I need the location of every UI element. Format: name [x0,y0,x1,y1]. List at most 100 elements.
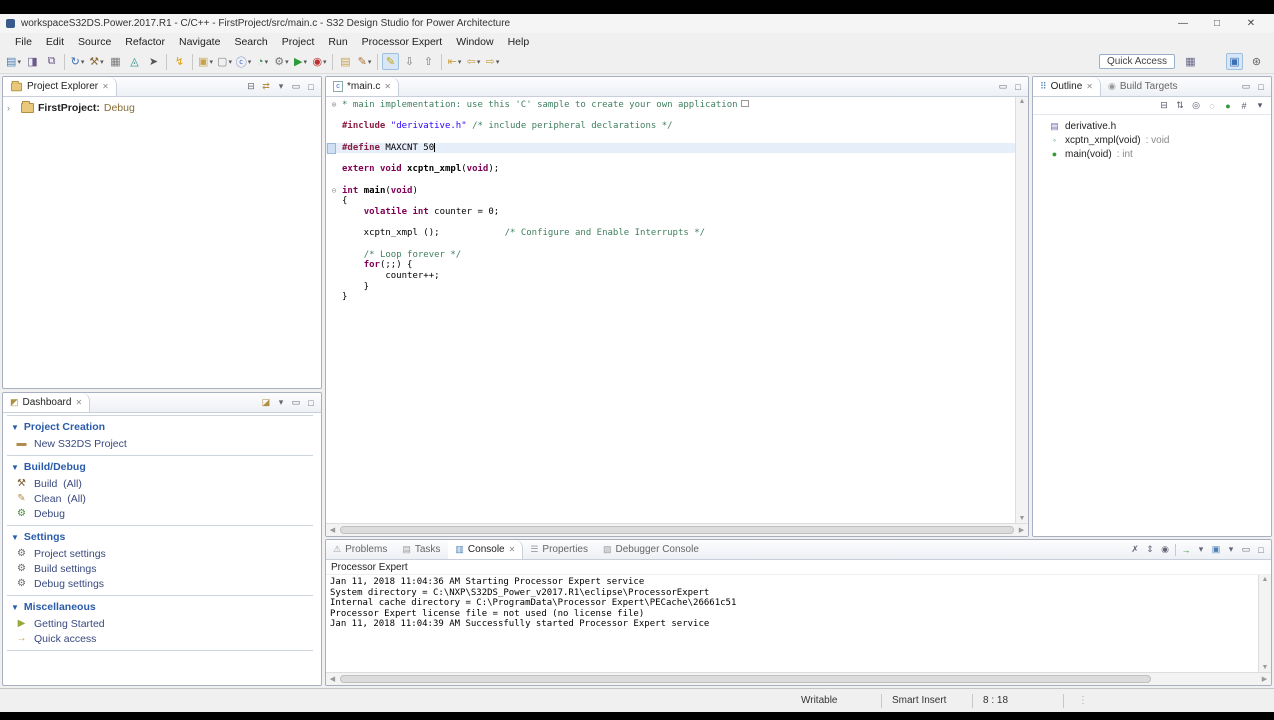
chevron-down-icon[interactable]: ▾ [228,58,232,66]
minimize-icon[interactable]: — [1166,18,1200,29]
scroll-up-icon[interactable]: ▲ [1262,576,1269,583]
hide-fields-icon[interactable]: ◎ [1191,100,1201,111]
dashboard-link-getting-started[interactable]: ▶Getting Started [7,616,313,631]
view-menu-icon[interactable]: ▾ [1255,100,1265,111]
new-window-icon[interactable]: ▢▾ [216,53,233,70]
menu-item-search[interactable]: Search [227,35,274,49]
console-hscrollbar[interactable]: ◀ ▶ [326,672,1271,685]
code-line[interactable] [326,239,1015,250]
build-all-icon[interactable]: ▦ [107,53,124,70]
section-header[interactable]: ▼Build/Debug [7,459,313,476]
tab-main-c[interactable]: c *main.c ✕ [326,77,399,96]
console-vscrollbar[interactable]: ▲▼ [1258,575,1271,672]
tab-properties[interactable]: ☰Properties [523,540,596,559]
code-line[interactable] [326,111,1015,122]
outline-item[interactable]: ◦xcptn_xmpl(void) : void [1035,133,1269,147]
menu-item-window[interactable]: Window [449,35,500,49]
expander-icon[interactable]: › [7,103,17,113]
tab-dashboard[interactable]: ◩ Dashboard ✕ [3,393,90,412]
tab-build-targets[interactable]: ◉ Build Targets [1101,77,1186,96]
dashboard-link-debug-settings[interactable]: ⚙Debug settings [7,576,313,591]
menu-item-refactor[interactable]: Refactor [118,35,172,49]
hide-static-icon[interactable]: ◌ [1207,101,1217,111]
chevron-down-icon[interactable]: ▾ [285,58,289,66]
pe-gear-icon[interactable]: ⚙▾ [273,53,290,70]
code-line[interactable]: xcptn_xmpl (); /* Configure and Enable I… [326,228,1015,239]
tab-console[interactable]: ▥Console✕ [448,540,523,559]
minimize-icon[interactable]: ▭ [291,397,301,408]
maximize-icon[interactable]: □ [306,398,316,408]
hide-inactive-icon[interactable]: # [1239,101,1249,111]
pin-console-icon[interactable]: ◉ [1160,544,1170,555]
menu-item-navigate[interactable]: Navigate [172,35,227,49]
section-header[interactable]: ▼Settings [7,529,313,546]
mark-occurrences-icon[interactable]: ✎ [382,53,399,70]
new-wizard-icon[interactable]: ▤▾ [5,53,22,70]
close-icon[interactable]: ✕ [102,82,109,91]
editor-hscrollbar[interactable]: ◀ ▶ [326,523,1028,536]
maximize-icon[interactable]: □ [1013,82,1023,92]
chevron-down-icon[interactable]: ▾ [496,58,500,66]
chevron-down-icon[interactable]: ▾ [248,58,252,66]
section-header[interactable]: ▼Miscellaneous [7,599,313,616]
menu-item-edit[interactable]: Edit [39,35,71,49]
editor-vscrollbar[interactable]: ▲▼ [1015,97,1028,523]
quick-access-button[interactable]: Quick Access [1099,54,1175,69]
pe-perspective-icon[interactable]: ⊛ [1248,53,1265,70]
chevron-down-icon[interactable]: ▾ [265,58,269,66]
code-line[interactable]: /* Loop forever */ [326,250,1015,261]
minimize-icon[interactable]: ▭ [1241,81,1251,92]
run-icon[interactable]: ▶▾ [292,53,309,70]
dashboard-link-clean-all-[interactable]: ✎Clean (All) [7,491,313,506]
close-icon[interactable]: ✕ [1234,18,1268,29]
chevron-down-icon[interactable]: ▾ [477,58,481,66]
chevron-down-icon[interactable]: ▾ [81,58,85,66]
fold-toggle-icon[interactable]: ⊖ [326,186,342,197]
code-line[interactable]: } [326,282,1015,293]
collapse-all-icon[interactable]: ⊟ [1159,100,1169,111]
chevron-down-icon[interactable]: ▾ [100,58,104,66]
display-selected-icon[interactable]: → [1181,545,1191,555]
open-perspective-icon[interactable]: ▦ [1182,53,1199,70]
new-c-file-icon[interactable]: ⓒ▾ [235,53,252,70]
console-dropdown-icon[interactable]: ▾ [1196,544,1206,555]
tab-outline[interactable]: ⠿ Outline ✕ [1033,77,1101,96]
select-tool-icon[interactable]: ➤ [145,53,162,70]
code-line[interactable] [326,175,1015,186]
menu-item-project[interactable]: Project [275,35,322,49]
fold-toggle-icon[interactable]: ⊕ [326,100,342,111]
dashboard-link-build-settings[interactable]: ⚙Build settings [7,561,313,576]
dashboard-link-build-all-[interactable]: ⚒Build (All) [7,476,313,491]
open-element-icon[interactable]: ▤ [337,53,354,70]
code-line[interactable]: #define MAXCNT 50 [326,143,1015,154]
code-line[interactable] [326,218,1015,229]
pin-icon[interactable]: ◪ [261,397,271,408]
close-icon[interactable]: ✕ [384,82,391,91]
minimize-icon[interactable]: ▭ [998,81,1008,92]
scroll-left-icon[interactable]: ◀ [326,526,339,534]
code-line[interactable]: ⊕* main implementation: use this 'C' sam… [326,100,1015,111]
code-line[interactable]: #include "derivative.h" /* include perip… [326,121,1015,132]
clear-console-icon[interactable]: ✗ [1130,544,1140,555]
close-icon[interactable]: ✕ [1086,82,1093,91]
scroll-down-icon[interactable]: ▼ [1019,515,1026,522]
chevron-down-icon[interactable]: ▾ [458,58,462,66]
maximize-icon[interactable]: □ [1200,18,1234,29]
code-line[interactable]: ⊖int main(void) [326,186,1015,197]
code-line[interactable]: extern void xcptn_xmpl(void); [326,164,1015,175]
open-console-icon[interactable]: ▣ [1211,544,1221,555]
code-line[interactable]: for(;;) { [326,260,1015,271]
last-edit-icon[interactable]: ⇤▾ [446,53,463,70]
clean-icon[interactable]: ◬ [126,53,143,70]
maximize-icon[interactable]: □ [306,82,316,92]
chevron-down-icon[interactable]: ▾ [209,58,213,66]
dashboard-link-debug[interactable]: ⚙Debug [7,506,313,521]
code-line[interactable]: counter++; [326,271,1015,282]
dashboard-link-new-s32ds-project[interactable]: ▬New S32DS Project [7,436,313,451]
chevron-down-icon[interactable]: ▼ [11,463,19,472]
dashboard-link-project-settings[interactable]: ⚙Project settings [7,546,313,561]
code-line[interactable]: { [326,196,1015,207]
prev-annotation-icon[interactable]: ⇧ [420,53,437,70]
scroll-right-icon[interactable]: ▶ [1015,526,1028,534]
dashboard-link-quick-access[interactable]: →Quick access [7,631,313,646]
